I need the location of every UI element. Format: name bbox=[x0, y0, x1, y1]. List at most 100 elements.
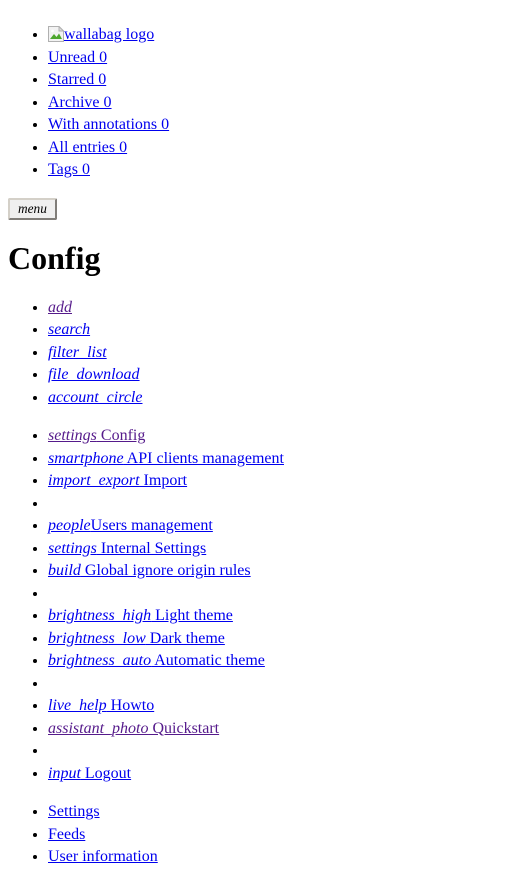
menu-link-quickstart[interactable]: assistant_photo Quickstart bbox=[48, 720, 219, 737]
menu-list-item: assistant_photo Quickstart bbox=[48, 718, 517, 741]
menu-list-item: peopleUsers management bbox=[48, 515, 517, 538]
nav-link-wallabag-logo[interactable]: wallabag logo bbox=[48, 26, 154, 43]
tab-settings[interactable]: Settings bbox=[48, 803, 100, 820]
nav-list-item: Archive 0 bbox=[48, 92, 517, 115]
brightness-high-icon: brightness_high bbox=[48, 607, 152, 625]
nav-list-item: With annotations 0 bbox=[48, 114, 517, 137]
nav-list-item: Unread 0 bbox=[48, 47, 517, 70]
menu-link-label: Automatic theme bbox=[151, 652, 265, 670]
search-icon: search bbox=[48, 321, 91, 339]
menu-link-dark-theme[interactable]: brightness_low Dark theme bbox=[48, 630, 225, 647]
menu-link-label: Internal Settings bbox=[96, 539, 207, 557]
menu-link-users-management[interactable]: peopleUsers management bbox=[48, 517, 213, 534]
action-list-item: file_download bbox=[48, 364, 517, 387]
menu-link-import[interactable]: import_export Import bbox=[48, 472, 187, 489]
menu-link-label: Dark theme bbox=[145, 629, 225, 647]
settings-icon: settings bbox=[48, 539, 97, 557]
nav-list-item: wallabag logo bbox=[48, 24, 517, 47]
menu-link-label: Global ignore origin rules bbox=[80, 562, 251, 580]
menu-link-internal-settings[interactable]: settings Internal Settings bbox=[48, 540, 206, 557]
nav-link-unread-0[interactable]: Unread 0 bbox=[48, 49, 107, 66]
file-download-icon: file_download bbox=[48, 366, 140, 384]
config-tab-item: Settings bbox=[48, 801, 517, 824]
menu-button[interactable]: menu bbox=[8, 197, 57, 220]
action-list-item: account_circle bbox=[48, 387, 517, 410]
nav-link-label: Archive 0 bbox=[48, 93, 112, 111]
menu-button-row: menu bbox=[8, 197, 517, 220]
tab-user-information[interactable]: User information bbox=[48, 848, 158, 865]
nav-link-label: All entries 0 bbox=[48, 138, 128, 156]
action-link-account-circle[interactable]: account_circle bbox=[48, 389, 142, 406]
menu-link-label: Light theme bbox=[151, 607, 233, 625]
add-icon: add bbox=[48, 298, 72, 316]
nav-link-starred-0[interactable]: Starred 0 bbox=[48, 71, 106, 88]
config-tab-label: User information bbox=[48, 848, 158, 866]
menu-link-label: Howto bbox=[106, 697, 155, 715]
menu-link-label: Users management bbox=[90, 517, 213, 535]
smartphone-icon: smartphone bbox=[48, 449, 124, 467]
input-icon: input bbox=[48, 764, 81, 782]
menu-link-logout[interactable]: input Logout bbox=[48, 765, 131, 782]
nav-list-item: Tags 0 bbox=[48, 159, 517, 182]
main-menu-list: settings Config smartphone API clients ma… bbox=[8, 425, 517, 785]
menu-list-item: brightness_low Dark theme bbox=[48, 628, 517, 651]
assistant-photo-icon: assistant_photo bbox=[48, 719, 149, 737]
filter-list-icon: filter_list bbox=[48, 343, 107, 361]
nav-link-tags-0[interactable]: Tags 0 bbox=[48, 161, 90, 178]
action-list-item: add bbox=[48, 297, 517, 320]
nav-link-all-entries-0[interactable]: All entries 0 bbox=[48, 139, 127, 156]
menu-link-api-clients-management[interactable]: smartphone API clients management bbox=[48, 450, 284, 467]
menu-link-config[interactable]: settings Config bbox=[48, 427, 145, 444]
brightness-auto-icon: brightness_auto bbox=[48, 652, 152, 670]
menu-link-label: Import bbox=[139, 472, 188, 490]
menu-link-light-theme[interactable]: brightness_high Light theme bbox=[48, 607, 233, 624]
action-icon-list: add search filter_list file_downloadaccount… bbox=[8, 297, 517, 410]
nav-link-label: Unread 0 bbox=[48, 48, 108, 66]
import-export-icon: import_export bbox=[48, 472, 140, 490]
nav-link-label: Tags 0 bbox=[48, 161, 90, 178]
menu-list-item: brightness_high Light theme bbox=[48, 605, 517, 628]
account-circle-icon: account_circle bbox=[48, 388, 143, 406]
menu-link-label: Quickstart bbox=[148, 719, 220, 737]
menu-divider bbox=[48, 740, 517, 763]
nav-link-archive-0[interactable]: Archive 0 bbox=[48, 94, 112, 111]
nav-link-label: Starred 0 bbox=[48, 71, 107, 88]
config-tab-label: Feeds bbox=[48, 825, 86, 843]
tab-feeds[interactable]: Feeds bbox=[48, 826, 85, 843]
brightness-low-icon: brightness_low bbox=[48, 629, 146, 647]
page-title: Config bbox=[8, 239, 101, 276]
menu-link-automatic-theme[interactable]: brightness_auto Automatic theme bbox=[48, 652, 265, 669]
nav-link-with-annotations-0[interactable]: With annotations 0 bbox=[48, 116, 169, 133]
action-link-filter-list[interactable]: filter_list bbox=[48, 344, 107, 361]
top-navigation-list: wallabag logo Unread 0 Starred 0 Archive 0 W… bbox=[8, 24, 517, 182]
menu-link-global-ignore-origin-rules[interactable]: build Global ignore origin rules bbox=[48, 562, 251, 579]
menu-divider bbox=[48, 583, 517, 606]
config-tab-item: Feeds bbox=[48, 824, 517, 847]
broken-image-icon bbox=[48, 26, 64, 42]
page-root: wallabag logo Unread 0 Starred 0 Archive 0 W… bbox=[0, 0, 525, 893]
nav-list-item: All entries 0 bbox=[48, 137, 517, 160]
config-tabs-list: Settings Feeds User information bbox=[8, 801, 517, 869]
menu-list-item: brightness_auto Automatic theme bbox=[48, 650, 517, 673]
action-link-search[interactable]: search bbox=[48, 321, 90, 338]
action-list-item: filter_list bbox=[48, 342, 517, 365]
nav-list-item: Starred 0 bbox=[48, 69, 517, 92]
menu-list-item: live_help Howto bbox=[48, 695, 517, 718]
live-help-icon: live_help bbox=[48, 697, 107, 715]
menu-link-howto[interactable]: live_help Howto bbox=[48, 697, 154, 714]
menu-list-item: smartphone API clients management bbox=[48, 448, 517, 471]
people-icon: people bbox=[48, 517, 91, 535]
build-icon: build bbox=[48, 562, 81, 580]
menu-list-item: settings Config bbox=[48, 425, 517, 448]
action-link-add[interactable]: add bbox=[48, 299, 72, 316]
action-link-file-download[interactable]: file_download bbox=[48, 366, 140, 383]
settings-icon: settings bbox=[48, 427, 97, 445]
config-tab-item: User information bbox=[48, 846, 517, 869]
menu-divider bbox=[48, 673, 517, 696]
menu-list-item: input Logout bbox=[48, 763, 517, 786]
nav-link-label: wallabag logo bbox=[64, 26, 155, 43]
menu-list-item: settings Internal Settings bbox=[48, 538, 517, 561]
nav-link-label: With annotations 0 bbox=[48, 116, 170, 133]
menu-list-item: import_export Import bbox=[48, 470, 517, 493]
menu-list-item: build Global ignore origin rules bbox=[48, 560, 517, 583]
